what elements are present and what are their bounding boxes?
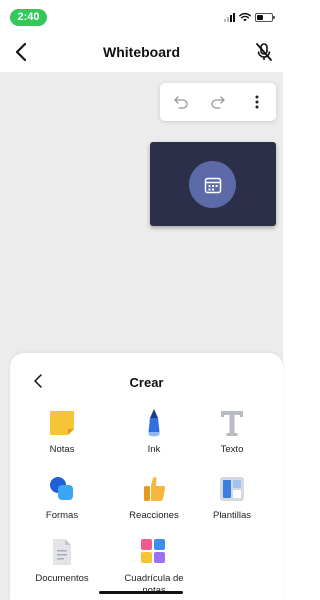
participant-video-tile[interactable] — [150, 142, 276, 226]
avatar — [189, 161, 236, 208]
signal-icon — [224, 12, 235, 22]
create-item-label: Cuadrícula de notas — [124, 573, 184, 593]
mic-off-icon — [256, 43, 272, 61]
undo-button[interactable] — [170, 91, 192, 113]
notes-grid-icon — [138, 536, 170, 568]
create-item-label: Notas — [49, 444, 75, 455]
status-time: 2:40 — [10, 9, 47, 26]
page-title: Whiteboard — [103, 44, 180, 60]
create-item-cuadricula-notas[interactable]: Cuadrícula de notas — [114, 536, 194, 593]
create-item-label: Texto — [220, 444, 244, 455]
create-item-ink[interactable]: Ink — [114, 407, 194, 456]
pen-icon — [138, 407, 170, 439]
sheet-title: Crear — [129, 375, 164, 390]
more-vertical-icon — [255, 95, 259, 109]
create-item-notas[interactable]: Notas — [22, 407, 102, 456]
shapes-icon — [46, 473, 78, 505]
more-options-button[interactable] — [246, 91, 268, 113]
mute-button[interactable] — [253, 41, 275, 63]
create-item-documentos[interactable]: Documentos — [22, 536, 102, 585]
undo-icon — [174, 96, 188, 109]
nav-header: Whiteboard — [0, 32, 283, 72]
canvas-toolbar — [160, 83, 276, 121]
status-icons — [224, 11, 275, 23]
create-item-plantillas[interactable]: Plantillas — [192, 473, 272, 522]
wifi-icon — [239, 12, 251, 22]
home-indicator — [99, 591, 183, 594]
create-item-reacciones[interactable]: Reacciones — [114, 473, 194, 522]
battery-icon — [255, 12, 275, 22]
create-item-formas[interactable]: Formas — [22, 473, 102, 522]
create-item-label: Documentos — [35, 573, 89, 584]
thumbs-up-icon — [138, 473, 170, 505]
redo-icon — [211, 96, 225, 109]
create-item-label: Ink — [147, 444, 161, 455]
create-sheet: Crear Notas Ink Texto Formas Reacciones … — [10, 353, 283, 600]
template-icon — [216, 473, 248, 505]
create-item-label: Reacciones — [129, 510, 179, 521]
sticky-note-icon — [46, 407, 78, 439]
text-icon — [216, 407, 248, 439]
create-item-label: Formas — [45, 510, 79, 521]
create-item-texto[interactable]: Texto — [192, 407, 272, 456]
status-bar: 2:40 — [0, 0, 283, 32]
calendar-icon — [204, 177, 221, 193]
document-icon — [46, 536, 78, 568]
create-item-label: Plantillas — [212, 510, 252, 521]
redo-button[interactable] — [207, 91, 229, 113]
